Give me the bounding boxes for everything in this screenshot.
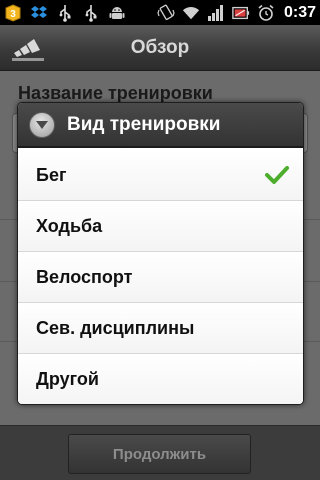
signal-icon — [207, 4, 225, 22]
dialog-header: Вид тренировки — [18, 103, 303, 148]
status-bar-notifications: 3 — [4, 3, 157, 22]
battery-icon — [232, 4, 250, 22]
option-label: Ходьба — [36, 215, 103, 236]
chevron-down-circle-icon — [29, 111, 55, 138]
option-run[interactable]: Бег — [18, 150, 303, 201]
status-bar-system: 0:37 — [157, 4, 316, 22]
option-cycling[interactable]: Велоспорт — [18, 252, 303, 303]
option-walk[interactable]: Ходьба — [18, 201, 303, 252]
status-bar: 3 0:37 — [0, 0, 320, 25]
option-label: Другой — [36, 369, 99, 389]
dropbox-icon — [30, 4, 48, 22]
svg-text:3: 3 — [10, 9, 16, 20]
vibrate-icon — [157, 4, 175, 22]
usb-icon — [56, 4, 74, 22]
option-label: Бег — [36, 164, 67, 185]
workout-type-dialog: Вид тренировки Бег Ходьба Велоспорт Сев.… — [17, 102, 304, 405]
notification-badge-icon: 3 — [4, 3, 22, 22]
checkmark-icon — [265, 165, 289, 185]
android-debug-icon — [108, 4, 126, 22]
workout-name-label: Название тренировки — [18, 83, 213, 103]
option-nordic[interactable]: Сев. дисциплины — [18, 303, 303, 354]
status-bar-time: 0:37 — [283, 3, 316, 21]
workout-type-list: Бег Ходьба Велоспорт Сев. дисциплины Дру… — [18, 150, 303, 404]
dialog-title: Вид тренировки — [67, 113, 221, 135]
option-label: Велоспорт — [36, 266, 133, 287]
alarm-icon — [257, 4, 275, 22]
option-label: Сев. дисциплины — [36, 317, 195, 338]
option-other[interactable]: Другой — [18, 354, 303, 404]
continue-button[interactable]: Продолжить — [68, 434, 251, 474]
wifi-icon — [182, 4, 200, 22]
page-title: Обзор — [130, 37, 190, 58]
app-header: Обзор — [0, 25, 320, 71]
usb-icon — [82, 4, 100, 22]
